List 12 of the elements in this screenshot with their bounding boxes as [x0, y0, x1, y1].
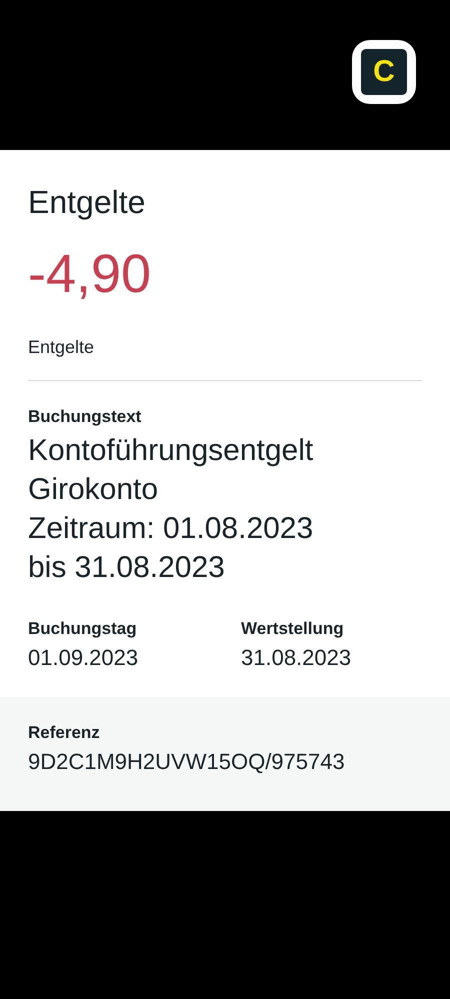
- transaction-title: Entgelte: [28, 184, 146, 221]
- logo-letter: C: [373, 55, 395, 89]
- amount: -4,90: [28, 243, 152, 305]
- date-label: Buchungstag: [28, 619, 138, 639]
- reference-value: 9D2C1M9H2UVW15OQ/975743: [28, 749, 346, 775]
- date-label: Wertstellung: [241, 619, 345, 639]
- booking-text: Kontoführungsentgelt Girokonto Zeitraum: 01.08.2023 bis 31.08.2023: [28, 433, 314, 586]
- date-value: 01.09.2023: [28, 645, 140, 671]
- date-value: 31.08.2023: [241, 645, 352, 671]
- reference-label: Referenz: [28, 723, 101, 743]
- booking-text-label: Buchungstext: [28, 407, 142, 427]
- category: Entgelte: [28, 337, 96, 358]
